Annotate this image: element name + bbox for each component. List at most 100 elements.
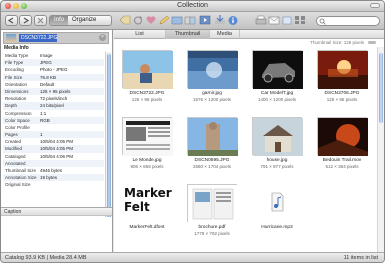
thumbnail-item[interactable]: brochure.pdf 1778 × 792 pixels: [181, 181, 243, 241]
thumbnail-filename: house.jpg: [266, 158, 288, 163]
info-row: Original Size: [3, 181, 104, 188]
thumbnail-item[interactable]: Car ModelT.jpg 1400 × 1200 pixels: [246, 47, 308, 107]
thumbnail-item[interactable]: DSCN3706.JPG 125 × 95 pixels: [311, 47, 373, 107]
pdf-preview[interactable]: [187, 184, 238, 223]
layout-icon[interactable]: [294, 15, 306, 26]
info-row: Dimensions 125 × 95 pixels: [3, 87, 104, 96]
view-tabs: List Thumbnail Media: [114, 30, 384, 39]
thumbnail-item[interactable]: DSCN0595.JPG 2560 × 1704 pixels: [181, 114, 243, 174]
thumbnail-dimensions: 2560 × 1704 pixels: [193, 164, 231, 169]
app-window: Collection Info Organize DSCN3722.JPG × …: [0, 0, 385, 263]
info-key: Pages: [5, 132, 18, 138]
selected-file-thumbnail: [6, 34, 16, 42]
media-info-table: Media Type Image File Type JPEG Encoding Phot…: [3, 52, 104, 189]
view-mode-info[interactable]: Info: [50, 16, 69, 25]
main-scrollbar[interactable]: [377, 47, 384, 252]
sidebar-scroll-thumb[interactable]: [107, 54, 111, 220]
info-row: Media Type Image: [3, 52, 104, 59]
thumbnail-filename: garnir.jpg: [202, 91, 222, 96]
info-key: Dimensions: [5, 88, 29, 94]
info-value: [40, 181, 104, 188]
tab-thumbnail[interactable]: Thumbnail: [166, 30, 210, 39]
status-bar: Catalog 93.9 KB | Media 28.4 MB 11 items…: [1, 252, 384, 262]
slideshow-icon[interactable]: [199, 15, 211, 26]
thumbnail-filename: DSCN0595.JPG: [194, 158, 230, 163]
info-value: [40, 124, 104, 131]
thumbnail-item[interactable]: Le Monde.jpg 806 × 658 pixels: [116, 114, 178, 174]
statue-photo[interactable]: [187, 117, 238, 156]
audio-file[interactable]: [252, 184, 302, 222]
photo-icon[interactable]: [171, 15, 183, 26]
info-row: Compression 1:1: [3, 110, 104, 117]
info-key: Media Type: [5, 53, 29, 58]
thumbnail-item[interactable]: DSCN3722.JPG 125 × 95 pixels: [116, 47, 178, 107]
thumbnail-dimensions: 1576 × 1200 pixels: [193, 97, 231, 102]
sunset-photo[interactable]: [317, 50, 368, 89]
movie-frame[interactable]: [317, 117, 368, 156]
info-key: Created: [5, 139, 22, 145]
search-field[interactable]: [316, 16, 380, 26]
print-icon[interactable]: [255, 15, 267, 26]
toolbar: Info Organize: [1, 12, 384, 30]
title-bar: Collection: [1, 1, 384, 12]
search-icon: [319, 18, 326, 25]
rotate-icon[interactable]: [132, 15, 144, 26]
info-key: Compression: [5, 110, 32, 116]
info-key: Cataloged: [5, 153, 26, 159]
info-key: Color Space: [5, 117, 30, 123]
info-row: Color Profile: [3, 124, 104, 131]
view-mode-organize[interactable]: Organize: [68, 16, 100, 25]
selected-file-name: DSCN3722.JPG: [19, 34, 58, 42]
thumbnail-item[interactable]: house.jpg 791 × 877 pixels: [246, 114, 308, 174]
thumbnail-item[interactable]: Marker Felt MarkerFelt.dfont: [116, 181, 178, 241]
thumbnail-item[interactable]: Hurricane.mp3: [246, 181, 308, 241]
main-scroll-thumb[interactable]: [379, 53, 383, 123]
tab-list[interactable]: List: [114, 30, 166, 39]
info-row: Depth 24 bits/pixel: [3, 102, 104, 110]
thumbnail-filename: Hurricane.mp3: [261, 225, 293, 230]
toolbar-toggle-button[interactable]: [370, 3, 380, 8]
thumbnail-filename: Car ModelT.jpg: [260, 91, 294, 96]
info-value: RGB: [40, 117, 50, 123]
info-key: Orientation: [5, 81, 28, 87]
tab-media[interactable]: Media: [210, 30, 240, 39]
thumbnail-item[interactable]: garnir.jpg 1576 × 1200 pixels: [181, 47, 243, 107]
thumbnail-filename: DSCN3722.JPG: [129, 91, 165, 96]
view-mode-switch[interactable]: Info Organize: [49, 15, 112, 26]
label-tag-icon[interactable]: [119, 15, 131, 26]
media-browser: List Thumbnail Media Thumbnail Size: 128…: [114, 30, 384, 252]
info-value: [40, 160, 104, 167]
info-value: 10/5/04 4:05 PM: [40, 139, 74, 145]
stop-button[interactable]: [34, 15, 47, 26]
email-icon[interactable]: [268, 15, 280, 26]
thumbnail-item[interactable]: Bedouin Trail.mov 512 × 384 pixels: [311, 114, 373, 174]
info-key: Annotation Size: [5, 175, 37, 181]
water-photo[interactable]: [187, 50, 238, 89]
thumbnail-filename: brochure.pdf: [198, 225, 226, 230]
newspaper-photo[interactable]: [122, 117, 173, 156]
heart-icon[interactable]: [145, 15, 157, 26]
caption-text-area[interactable]: [1, 217, 112, 252]
beach-photo[interactable]: [122, 50, 173, 89]
export-icon[interactable]: [281, 15, 293, 26]
pencil-icon[interactable]: [158, 15, 170, 26]
thumbnail-filename: DSCN3706.JPG: [324, 91, 360, 96]
thumbnail-dimensions: 125 × 95 pixels: [131, 97, 163, 102]
car-photo[interactable]: [252, 50, 303, 89]
font-preview-text: Marker Felt: [124, 186, 172, 214]
info-row: Created 10/5/04 4:05 PM: [3, 138, 104, 145]
info-icon[interactable]: [227, 15, 239, 26]
info-value: 1:1: [40, 110, 47, 116]
house-photo[interactable]: [252, 117, 303, 156]
thumbnail-size-slider[interactable]: [368, 41, 376, 44]
info-value: 76.8 KB: [40, 74, 57, 80]
import-icon[interactable]: [214, 15, 226, 26]
compare-icon[interactable]: [184, 15, 196, 26]
back-button[interactable]: [5, 15, 18, 26]
back-arrow-icon: [7, 17, 14, 24]
forward-button[interactable]: [19, 15, 32, 26]
font-preview[interactable]: Marker Felt: [122, 184, 172, 222]
info-row: Orientation Default: [3, 81, 104, 88]
info-row: Pages 1: [3, 131, 104, 139]
close-icon[interactable]: ×: [99, 34, 106, 41]
